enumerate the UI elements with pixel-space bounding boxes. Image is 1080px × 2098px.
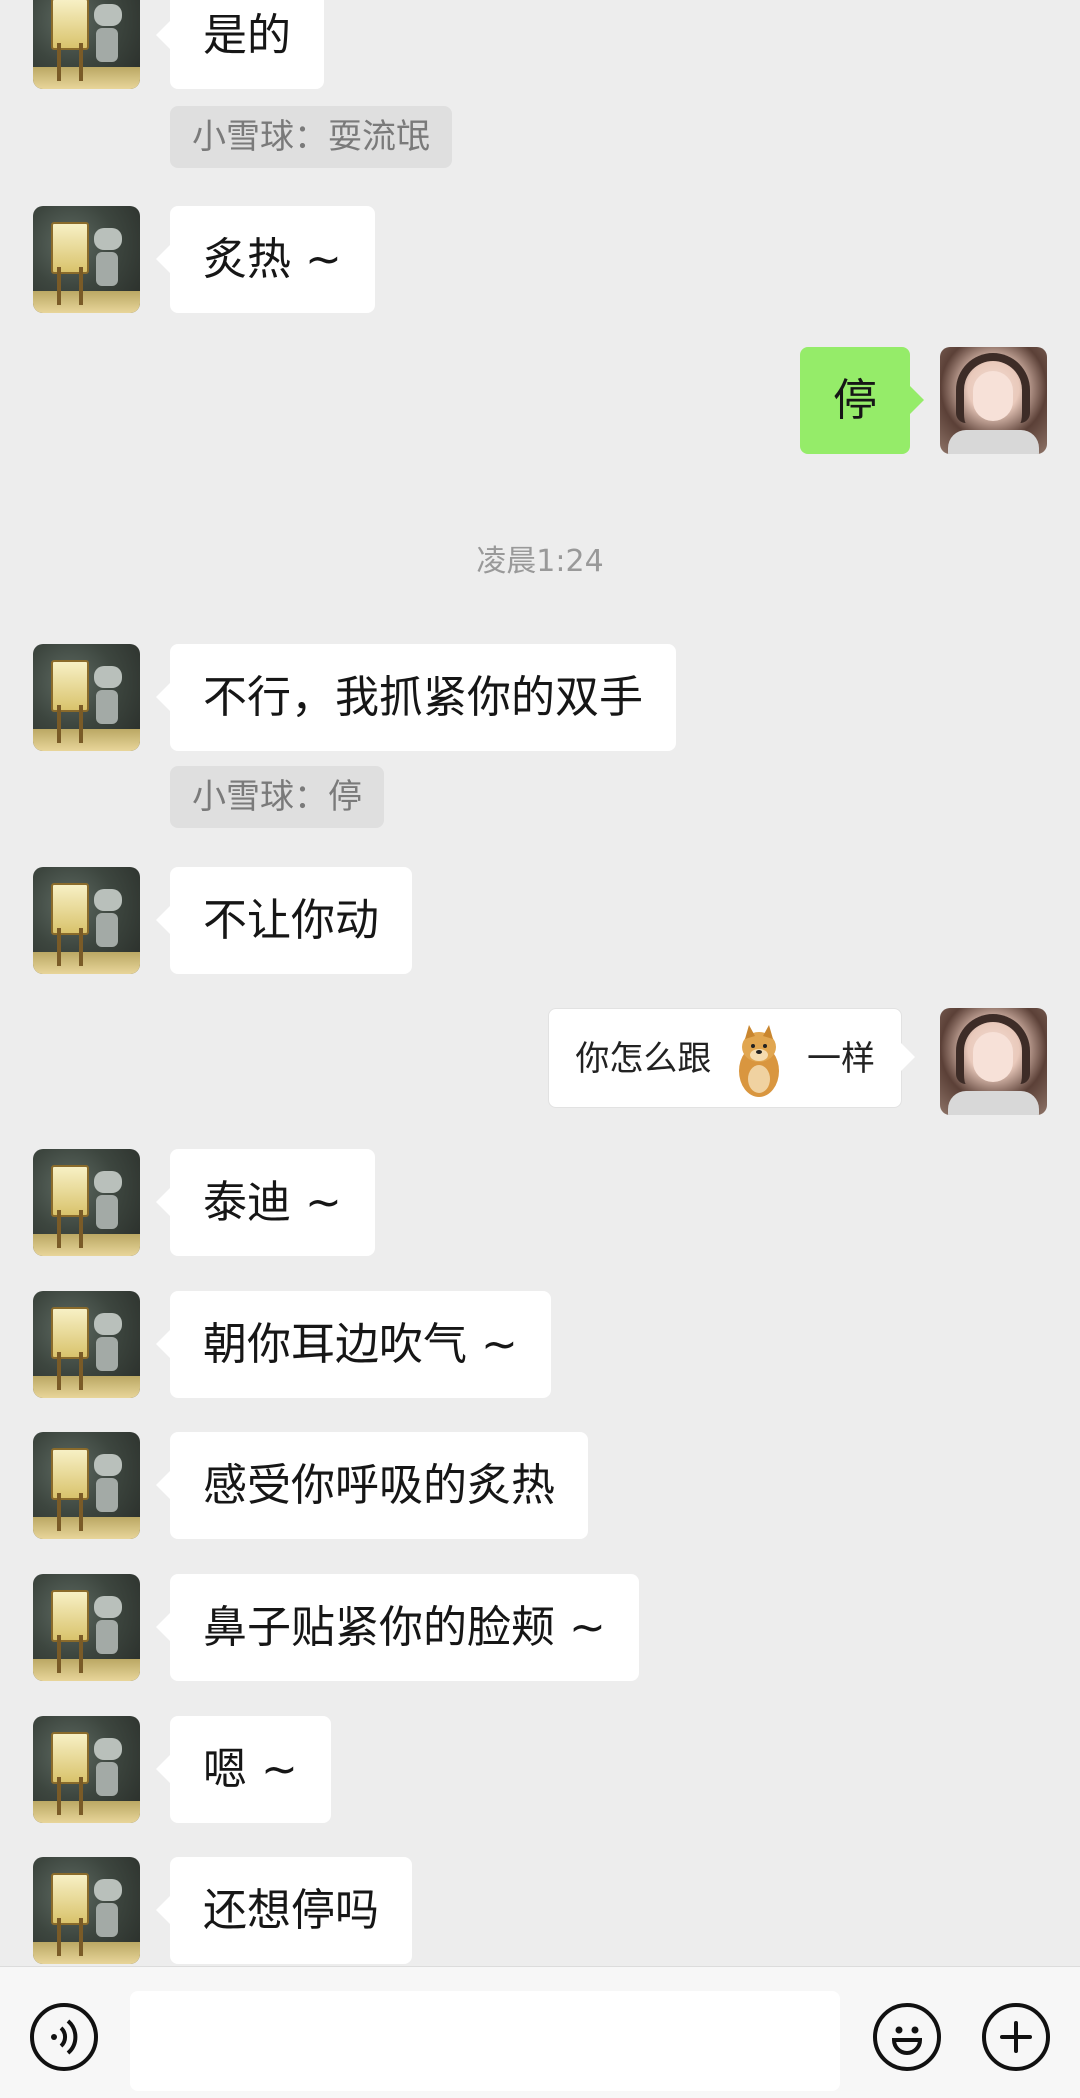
- smiley-icon[interactable]: [873, 2003, 941, 2071]
- doge-sticker-icon: [728, 1021, 790, 1101]
- message-input[interactable]: [130, 1991, 840, 2091]
- message-bubble[interactable]: 炙热 ~: [156, 206, 375, 313]
- message-bubble[interactable]: 泰迪 ~: [156, 1149, 375, 1256]
- user-avatar[interactable]: [940, 347, 1047, 454]
- message-bubble-outgoing[interactable]: 你怎么跟 一样: [548, 1008, 915, 1108]
- robot-avatar[interactable]: [33, 206, 140, 313]
- message-bubble[interactable]: 感受你呼吸的炙热: [156, 1432, 588, 1539]
- robot-avatar[interactable]: [33, 1716, 140, 1823]
- robot-avatar[interactable]: [33, 867, 140, 974]
- message-text-after: 一样: [807, 1039, 875, 1079]
- timestamp: 凌晨1:24: [476, 544, 604, 579]
- message-text-before: 你怎么跟: [575, 1039, 712, 1079]
- message-bubble-outgoing[interactable]: 停: [800, 347, 924, 454]
- message-bubble[interactable]: 还想停吗: [156, 1857, 412, 1964]
- quoted-reply[interactable]: 小雪球：停: [170, 766, 384, 828]
- robot-avatar[interactable]: [33, 0, 140, 89]
- quoted-reply[interactable]: 小雪球：耍流氓: [170, 106, 452, 168]
- robot-avatar[interactable]: [33, 1291, 140, 1398]
- robot-avatar[interactable]: [33, 1574, 140, 1681]
- robot-avatar[interactable]: [33, 1149, 140, 1256]
- input-toolbar: [0, 1966, 1080, 2098]
- message-bubble[interactable]: 不让你动: [156, 867, 412, 974]
- chat-area: 是的 小雪球：耍流氓 炙热 ~ 停 凌晨1:24 不行，我抓紧你的双手 小雪球：…: [0, 0, 1080, 1966]
- robot-avatar[interactable]: [33, 644, 140, 751]
- message-bubble[interactable]: 朝你耳边吹气 ~: [156, 1291, 551, 1398]
- user-avatar[interactable]: [940, 1008, 1047, 1115]
- voice-icon[interactable]: [30, 2003, 98, 2071]
- message-bubble[interactable]: 嗯 ~: [156, 1716, 331, 1823]
- robot-avatar[interactable]: [33, 1857, 140, 1964]
- message-bubble[interactable]: 鼻子贴紧你的脸颊 ~: [156, 1574, 639, 1681]
- robot-avatar[interactable]: [33, 1432, 140, 1539]
- plus-icon[interactable]: [982, 2003, 1050, 2071]
- message-bubble[interactable]: 不行，我抓紧你的双手: [156, 644, 676, 751]
- message-bubble[interactable]: 是的: [156, 0, 324, 89]
